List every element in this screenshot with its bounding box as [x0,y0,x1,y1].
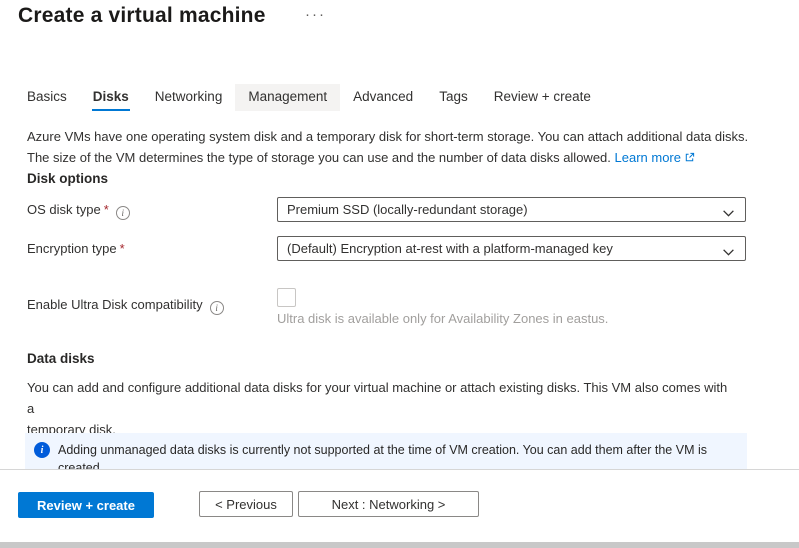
more-actions-icon[interactable]: ··· [305,6,326,23]
info-banner: i Adding unmanaged data disks is current… [25,433,747,469]
tab-disks[interactable]: Disks [80,84,142,111]
info-banner-text: Adding unmanaged data disks is currently… [58,441,713,469]
intro-line1: Azure VMs have one operating system disk… [27,129,748,144]
tab-tags[interactable]: Tags [426,84,481,111]
chevron-down-icon [722,204,735,222]
os-disk-type-dropdown[interactable]: Premium SSD (locally-redundant storage) [277,197,746,222]
disks-intro-text: Azure VMs have one operating system disk… [27,126,772,169]
intro-line2: The size of the VM determines the type o… [27,150,611,165]
required-mark: * [104,202,109,217]
data-disks-heading: Data disks [27,351,95,366]
encryption-type-dropdown[interactable]: (Default) Encryption at-rest with a plat… [277,236,746,261]
review-create-button[interactable]: Review + create [18,492,154,518]
ultra-disk-label: Enable Ultra Disk compatibilityi [27,297,224,315]
horizontal-scrollbar[interactable] [0,542,799,548]
chevron-down-icon [722,243,735,261]
info-icon[interactable]: i [116,206,130,220]
ultra-disk-helper-text: Ultra disk is available only for Availab… [277,311,608,326]
learn-more-link[interactable]: Learn more [615,150,681,165]
os-disk-type-value: Premium SSD (locally-redundant storage) [287,202,528,217]
tab-advanced[interactable]: Advanced [340,84,426,111]
data-disks-description: You can add and configure additional dat… [27,377,737,440]
page-title: Create a virtual machine [18,4,266,28]
tab-networking[interactable]: Networking [142,84,236,111]
tab-review-create[interactable]: Review + create [481,84,604,111]
info-icon[interactable]: i [210,301,224,315]
previous-button[interactable]: < Previous [199,491,293,517]
info-filled-icon: i [34,442,50,458]
encryption-type-value: (Default) Encryption at-rest with a plat… [287,241,613,256]
encryption-type-label: Encryption type* [27,241,125,256]
tab-management[interactable]: Management [235,84,340,111]
os-disk-type-label: OS disk type*i [27,202,130,220]
external-link-icon [684,148,695,169]
wizard-tab-bar: Basics Disks Networking Management Advan… [14,84,604,111]
tab-basics[interactable]: Basics [14,84,80,111]
disk-options-heading: Disk options [27,171,108,186]
next-networking-button[interactable]: Next : Networking > [298,491,479,517]
required-mark: * [120,241,125,256]
wizard-footer: Review + create < Previous Next : Networ… [0,469,799,542]
create-vm-page: Create a virtual machine ··· Basics Disk… [0,0,799,548]
ultra-disk-checkbox[interactable] [277,288,296,307]
